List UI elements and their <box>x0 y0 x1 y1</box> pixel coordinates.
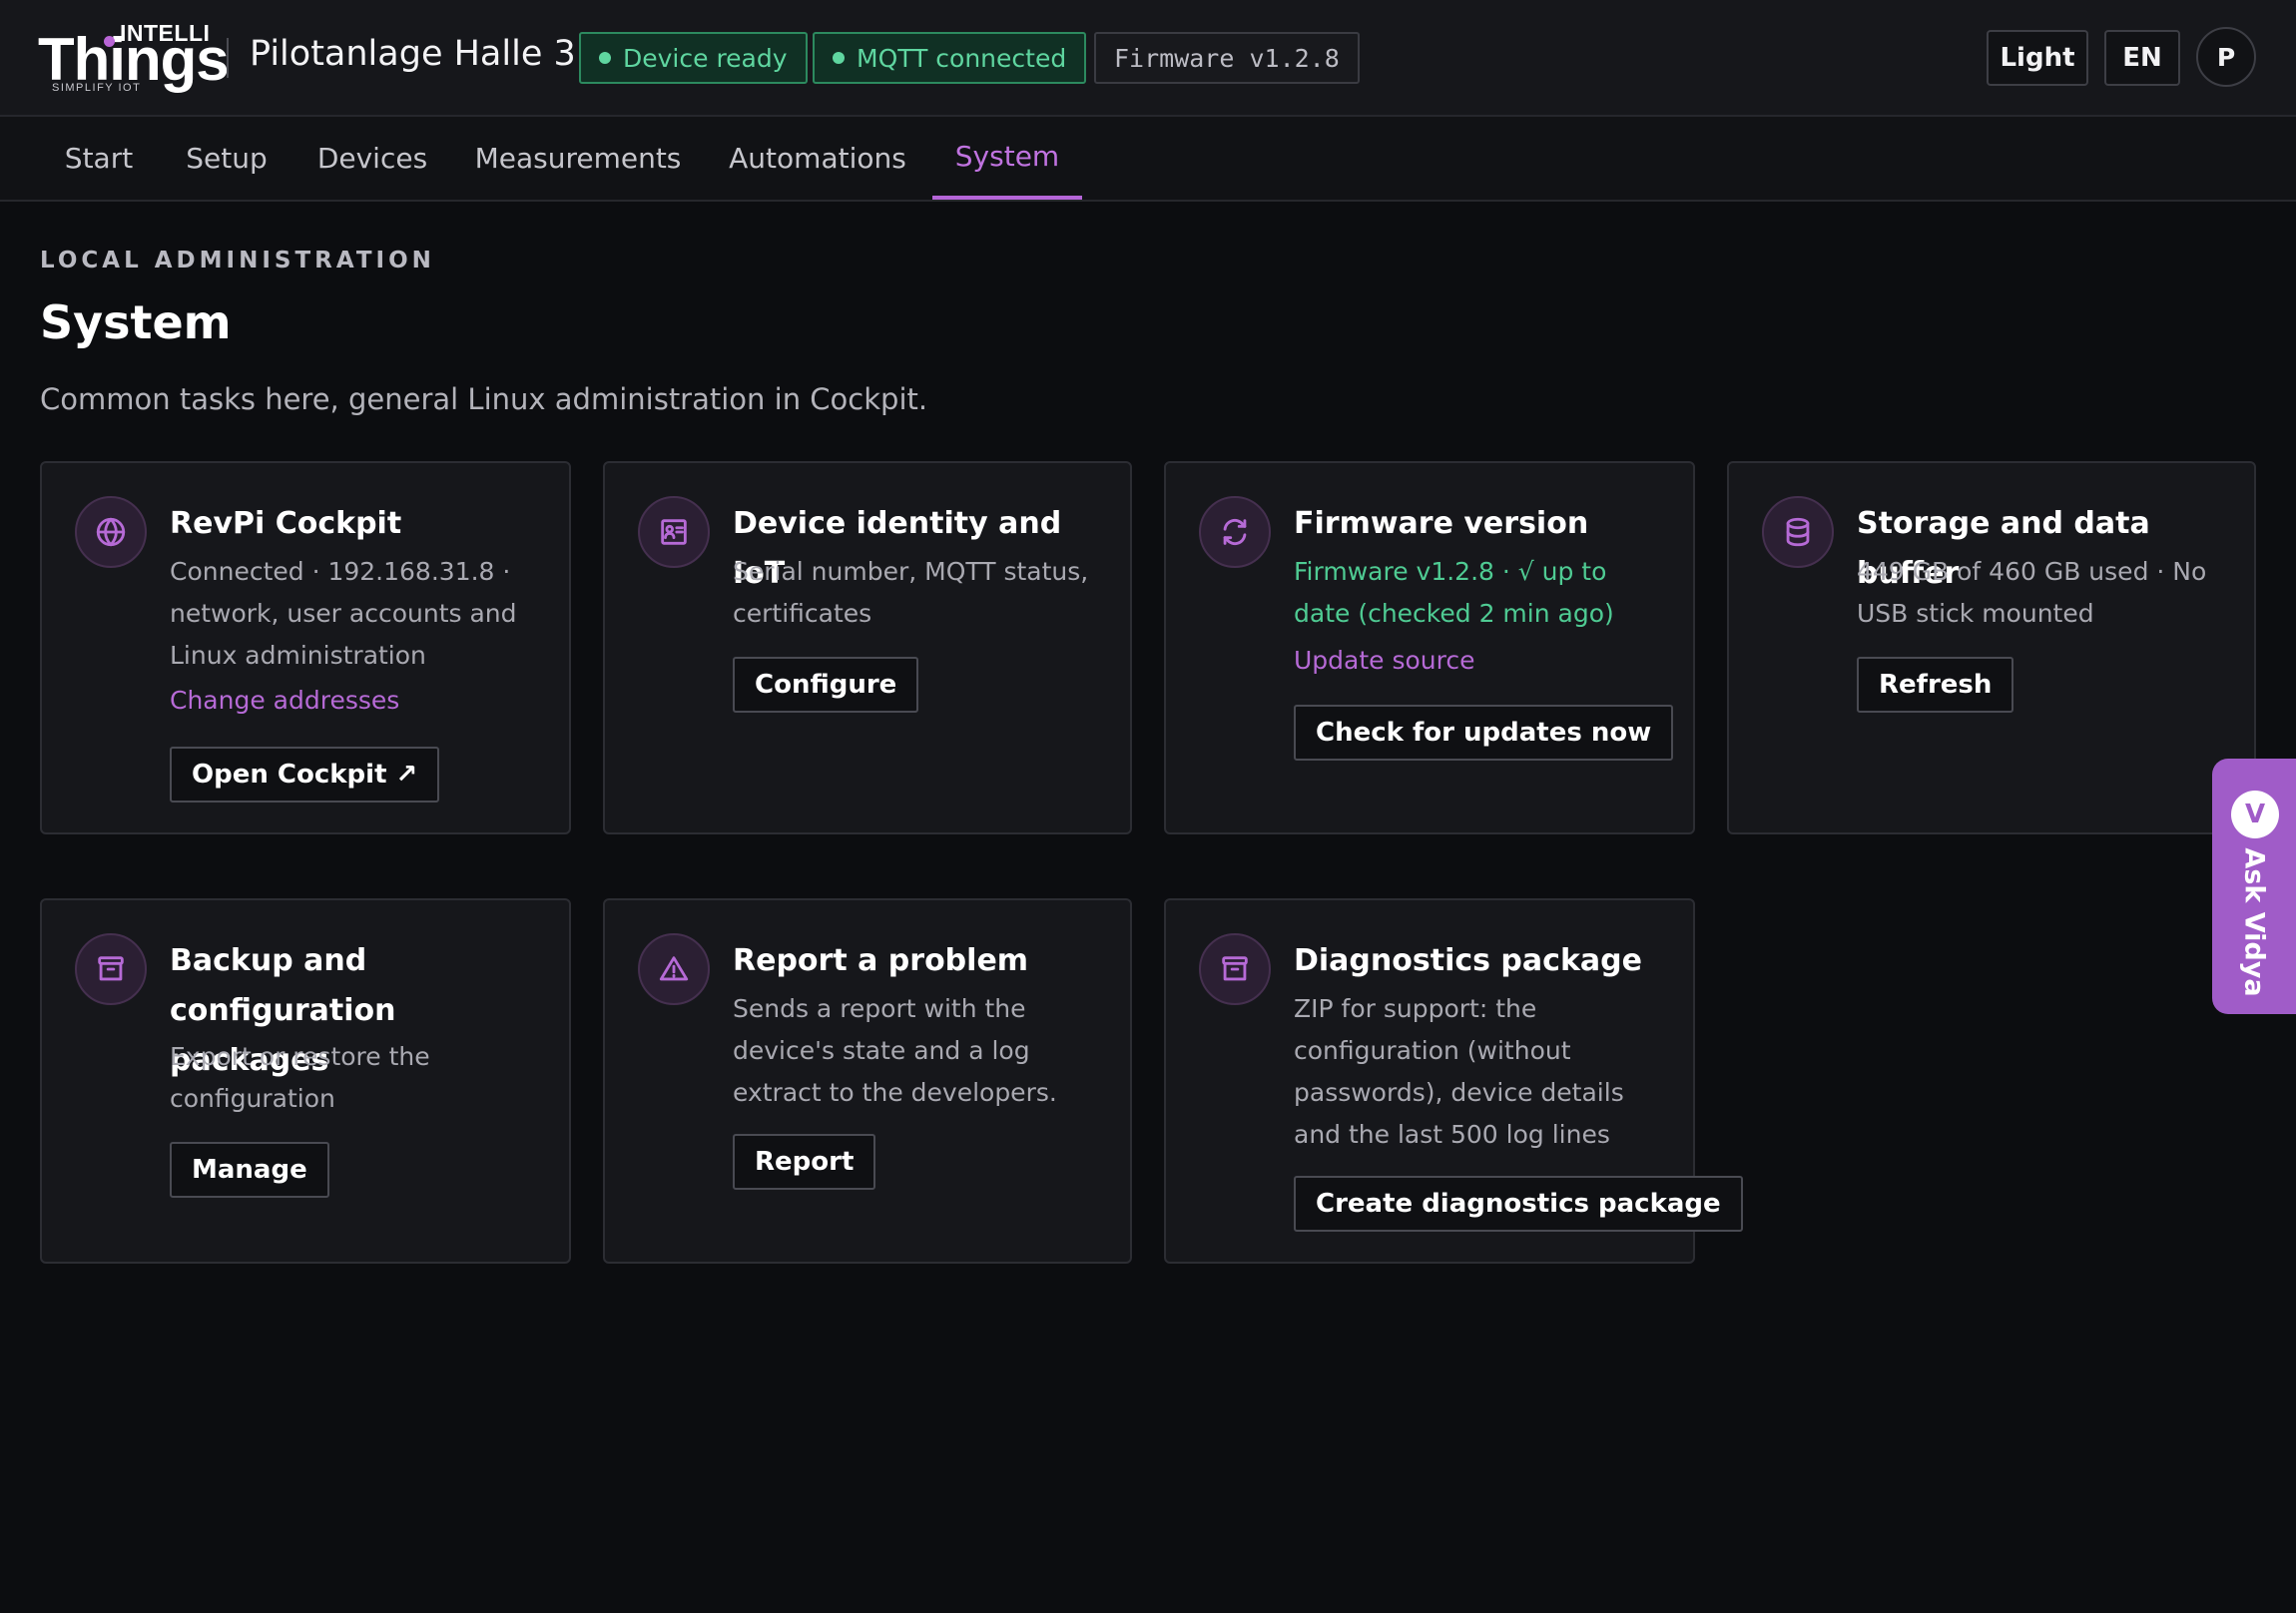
device-status-label: Device ready <box>623 43 788 73</box>
report-button[interactable]: Report <box>733 1134 876 1190</box>
id-card-icon <box>638 496 710 568</box>
top-bar: Things INTELLI SIMPLIFY IOT Pilotanlage … <box>0 0 2296 117</box>
card-backup: Backup and configuration packages Export… <box>40 898 571 1264</box>
check-updates-button[interactable]: Check for updates now <box>1294 705 1674 761</box>
ask-vidya-tab[interactable]: V Ask Vidya <box>2212 759 2296 1014</box>
change-addresses-link[interactable]: Change addresses <box>170 686 399 715</box>
create-diagnostics-button[interactable]: Create diagnostics package <box>1294 1176 1743 1232</box>
section-eyebrow: LOCAL ADMINISTRATION <box>40 248 435 273</box>
card-storage: Storage and data buffer 449 GB of 460 GB… <box>1727 461 2256 834</box>
ask-vidya-label: Ask Vidya <box>2238 847 2270 997</box>
tab-start[interactable]: Start <box>44 117 154 200</box>
tab-devices[interactable]: Devices <box>304 117 440 200</box>
page-title: System <box>40 295 232 349</box>
card-report-problem: Report a problem Sends a report with the… <box>603 898 1132 1264</box>
vidya-avatar-icon: V <box>2231 791 2279 838</box>
card-title: Firmware version <box>1294 506 1589 541</box>
card-description: 449 GB of 460 GB used · No USB stick mou… <box>1857 557 2207 628</box>
header-divider <box>227 38 229 78</box>
card-diagnostics: Diagnostics package ZIP for support: the… <box>1164 898 1743 1264</box>
card-description: Sends a report with the device's state a… <box>733 994 1057 1107</box>
card-firmware-version: Firmware version Firmware v1.2.8 · √ up … <box>1164 461 1695 834</box>
database-icon <box>1762 496 1834 568</box>
main-nav: Start Setup Devices Measurements Automat… <box>0 117 2296 202</box>
intellithings-logo[interactable]: Things INTELLI SIMPLIFY IOT <box>38 18 230 98</box>
card-title: Report a problem <box>733 943 1029 978</box>
tab-automations[interactable]: Automations <box>715 117 920 200</box>
card-device-identity: Device identity and IoT Serial number, M… <box>603 461 1132 834</box>
archive-icon <box>1199 933 1271 1005</box>
open-cockpit-button[interactable]: Open Cockpit ↗ <box>170 747 440 803</box>
refresh-icon <box>1199 496 1271 568</box>
card-title: RevPi Cockpit <box>170 506 402 541</box>
configure-button[interactable]: Configure <box>733 657 919 713</box>
card-description: Export or restore the configuration <box>170 1042 430 1113</box>
mqtt-status-label: MQTT connected <box>857 43 1067 73</box>
card-title: Diagnostics package <box>1294 943 1642 978</box>
card-description: ZIP for support: the configuration (with… <box>1294 994 1624 1149</box>
tab-setup[interactable]: Setup <box>172 117 282 200</box>
firmware-badge-label: Firmware v1.2.8 <box>1114 43 1340 73</box>
language-button[interactable]: EN <box>2104 30 2180 86</box>
status-dot-icon <box>833 52 845 64</box>
refresh-button[interactable]: Refresh <box>1857 657 2014 713</box>
logo-dot <box>104 36 115 47</box>
card-description: Connected · 192.168.31.8 · network, user… <box>170 557 517 670</box>
tab-measurements[interactable]: Measurements <box>465 117 691 200</box>
card-description: Serial number, MQTT status, certificates <box>733 557 1089 628</box>
update-source-link[interactable]: Update source <box>1294 646 1475 675</box>
firmware-status-text: Firmware v1.2.8 · √ up to date (checked … <box>1294 557 1614 628</box>
card-revpi-cockpit: RevPi Cockpit Connected · 192.168.31.8 ·… <box>40 461 571 834</box>
logo-top: INTELLI <box>120 20 211 46</box>
device-status-badge: Device ready <box>579 32 808 84</box>
tab-system[interactable]: System <box>932 117 1082 200</box>
warning-icon <box>638 933 710 1005</box>
archive-icon <box>75 933 147 1005</box>
status-dot-icon <box>599 52 611 64</box>
page-description: Common tasks here, general Linux adminis… <box>40 382 928 416</box>
site-title: Pilotanlage Halle 3 <box>250 34 576 74</box>
logo-tagline: SIMPLIFY IOT <box>52 82 142 94</box>
manage-button[interactable]: Manage <box>170 1142 329 1198</box>
mqtt-status-badge: MQTT connected <box>813 32 1087 84</box>
firmware-badge: Firmware v1.2.8 <box>1094 32 1360 84</box>
globe-icon <box>75 496 147 568</box>
user-avatar[interactable]: P <box>2196 27 2256 87</box>
theme-toggle-button[interactable]: Light <box>1987 30 2088 86</box>
